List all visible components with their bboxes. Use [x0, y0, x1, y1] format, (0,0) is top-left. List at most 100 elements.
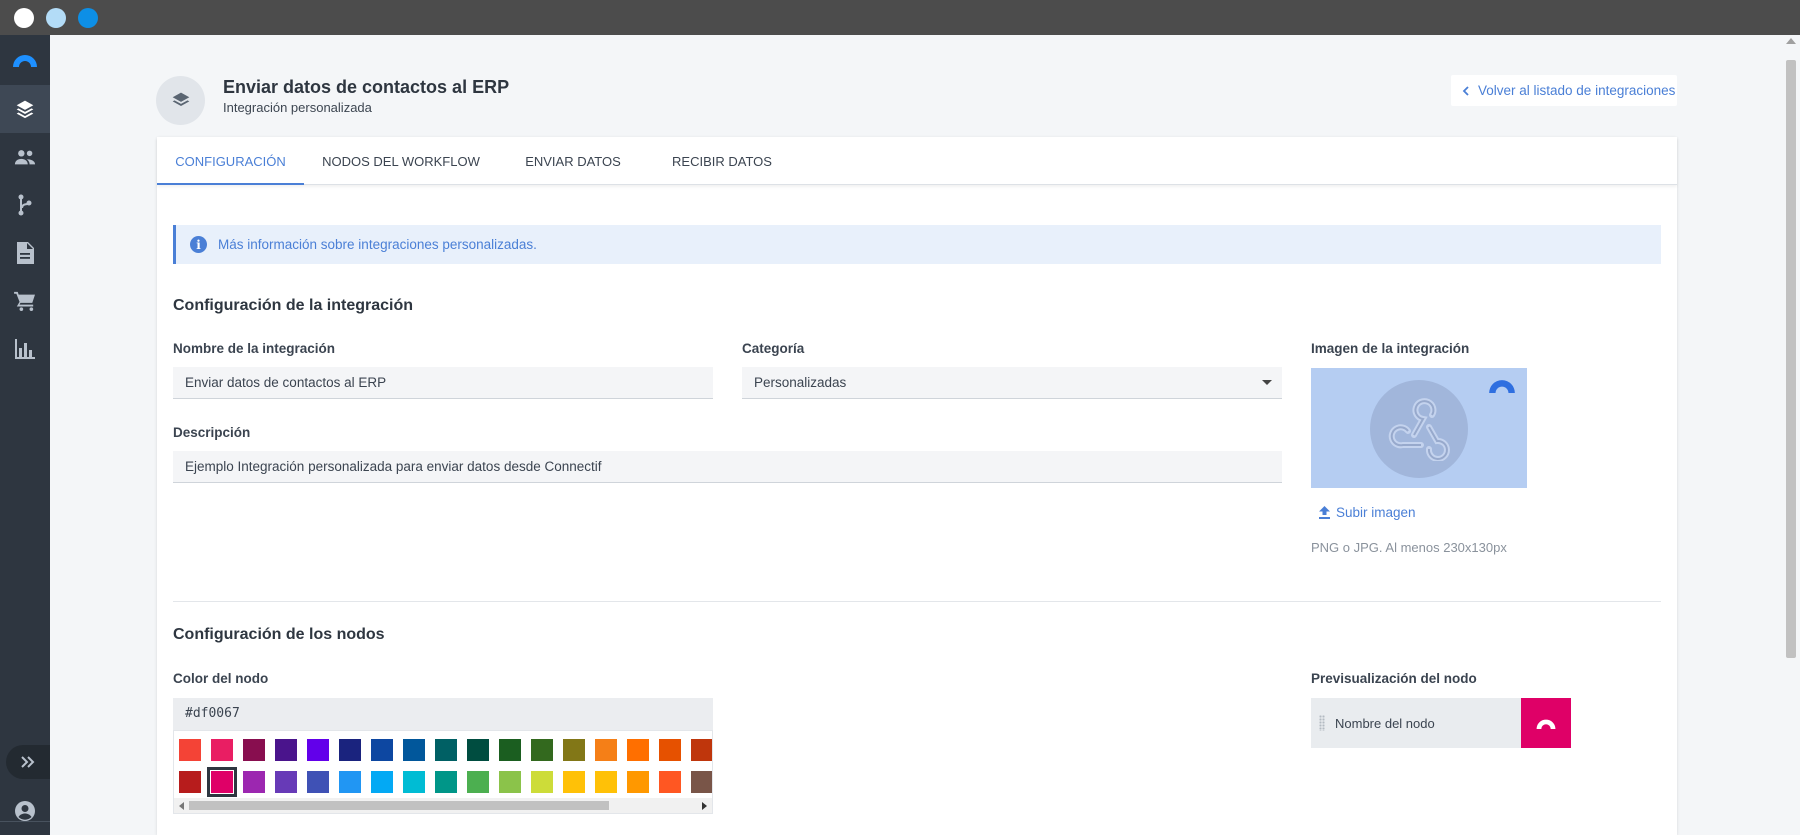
color-swatch[interactable]	[371, 771, 393, 793]
color-swatch[interactable]	[307, 771, 329, 793]
color-swatch[interactable]	[595, 739, 617, 761]
integration-name-input[interactable]: Enviar datos de contactos al ERP	[173, 367, 713, 399]
color-swatch[interactable]	[435, 771, 457, 793]
palette-row-1	[179, 739, 712, 761]
sidebar-item-content[interactable]	[0, 229, 50, 277]
palette-scrollbar-thumb[interactable]	[189, 801, 609, 810]
color-swatch[interactable]	[243, 771, 265, 793]
palette-scrollbar[interactable]	[174, 798, 712, 813]
layers-icon	[172, 92, 189, 106]
page-title: Enviar datos de contactos al ERP	[223, 77, 510, 97]
color-swatch[interactable]	[659, 771, 681, 793]
brand-logo-icon	[1489, 380, 1515, 393]
node-preview-badge	[1521, 698, 1571, 748]
sidebar-item-contacts[interactable]	[0, 133, 50, 181]
sidebar	[0, 35, 50, 835]
sidebar-item-reports[interactable]	[0, 325, 50, 373]
description-label: Descripción	[173, 425, 251, 440]
color-swatch[interactable]	[275, 739, 297, 761]
color-swatch[interactable]	[531, 771, 553, 793]
tab-label: RECIBIR DATOS	[672, 154, 772, 169]
sidebar-item-store[interactable]	[0, 277, 50, 325]
color-swatch[interactable]	[563, 739, 585, 761]
webhook-icon	[1388, 398, 1450, 461]
sidebar-expand-button[interactable]	[6, 745, 50, 779]
color-swatch[interactable]	[211, 739, 233, 761]
scroll-right-arrow[interactable]	[702, 802, 707, 810]
color-swatch[interactable]	[179, 739, 201, 761]
color-swatch[interactable]	[467, 771, 489, 793]
integration-icon-badge	[156, 76, 205, 125]
color-swatch[interactable]	[467, 739, 489, 761]
color-swatch[interactable]	[339, 771, 361, 793]
tab-nodos-del-workflow[interactable]: NODOS DEL WORKFLOW	[304, 137, 498, 185]
color-swatch[interactable]	[691, 771, 712, 793]
integration-image-preview[interactable]	[1311, 368, 1527, 488]
color-swatch[interactable]	[435, 739, 457, 761]
upload-image-button[interactable]: Subir imagen	[1319, 505, 1416, 520]
color-swatch[interactable]	[179, 771, 201, 793]
window-maximize-dot[interactable]	[78, 8, 98, 28]
node-config-title: Configuración de los nodos	[173, 626, 385, 643]
user-account-icon	[15, 801, 35, 821]
description-input[interactable]: Ejemplo Integración personalizada para e…	[173, 451, 1282, 483]
node-preview: Nombre del nodo	[1311, 698, 1521, 748]
back-link-label: Volver al listado de integraciones	[1478, 83, 1676, 98]
color-swatch[interactable]	[627, 739, 649, 761]
palette-row-2	[179, 767, 712, 797]
color-swatch[interactable]	[275, 771, 297, 793]
color-swatch[interactable]	[307, 739, 329, 761]
color-swatch[interactable]	[243, 739, 265, 761]
window-close-dot[interactable]	[14, 8, 34, 28]
image-requirements-hint: PNG o JPG. Al menos 230x130px	[1311, 540, 1507, 555]
category-select[interactable]: Personalizadas	[742, 367, 1282, 399]
tab-configuracion[interactable]: CONFIGURACIÓN	[157, 137, 304, 185]
shopping-cart-icon	[14, 291, 36, 311]
chevron-left-icon	[1462, 85, 1469, 96]
color-swatch[interactable]	[499, 771, 521, 793]
color-swatch[interactable]	[499, 739, 521, 761]
color-swatch[interactable]	[371, 739, 393, 761]
window-titlebar	[0, 0, 1800, 35]
tab-label: ENVIAR DATOS	[525, 154, 621, 169]
info-banner-text: Más información sobre integraciones pers…	[218, 237, 537, 252]
tab-label: NODOS DEL WORKFLOW	[322, 154, 480, 169]
drag-handle-icon	[1319, 715, 1325, 731]
page-scrollbar-thumb[interactable]	[1786, 60, 1796, 658]
color-swatch[interactable]	[627, 771, 649, 793]
color-swatch[interactable]	[563, 771, 585, 793]
bar-chart-icon	[15, 339, 35, 359]
back-to-integrations-link[interactable]: Volver al listado de integraciones	[1451, 75, 1677, 106]
color-swatch[interactable]	[403, 739, 425, 761]
integration-config-title: Configuración de la integración	[173, 297, 414, 314]
section-divider	[173, 601, 1661, 602]
sidebar-item-profile[interactable]	[0, 787, 50, 835]
tab-bar: CONFIGURACIÓN NODOS DEL WORKFLOW ENVIAR …	[157, 137, 1677, 185]
category-label: Categoría	[742, 341, 805, 356]
double-chevron-right-icon	[21, 756, 35, 768]
document-icon	[17, 242, 34, 264]
color-palette	[173, 730, 713, 814]
node-preview-name: Nombre del nodo	[1335, 715, 1435, 731]
color-swatch[interactable]	[339, 739, 361, 761]
color-swatch[interactable]	[531, 739, 553, 761]
window-minimize-dot[interactable]	[46, 8, 66, 28]
scroll-left-arrow[interactable]	[179, 802, 184, 810]
node-color-input[interactable]: #df0067	[173, 698, 713, 730]
sidebar-item-workflows[interactable]	[0, 181, 50, 229]
node-color-label: Color del nodo	[173, 671, 269, 686]
tab-recibir-datos[interactable]: RECIBIR DATOS	[648, 137, 796, 185]
color-swatch[interactable]	[659, 739, 681, 761]
color-swatch[interactable]	[691, 739, 712, 761]
brand-logo[interactable]	[0, 35, 50, 85]
info-banner[interactable]: i Más información sobre integraciones pe…	[173, 225, 1661, 264]
color-swatch[interactable]	[595, 771, 617, 793]
scroll-up-arrow[interactable]	[1786, 38, 1796, 44]
color-swatch[interactable]	[403, 771, 425, 793]
sidebar-item-integrations[interactable]	[0, 85, 50, 133]
node-preview-label: Previsualización del nodo	[1311, 671, 1477, 686]
color-swatch[interactable]	[207, 767, 237, 797]
tab-enviar-datos[interactable]: ENVIAR DATOS	[498, 137, 648, 185]
page-subtitle: Integración personalizada	[223, 100, 372, 115]
info-icon: i	[190, 236, 207, 253]
